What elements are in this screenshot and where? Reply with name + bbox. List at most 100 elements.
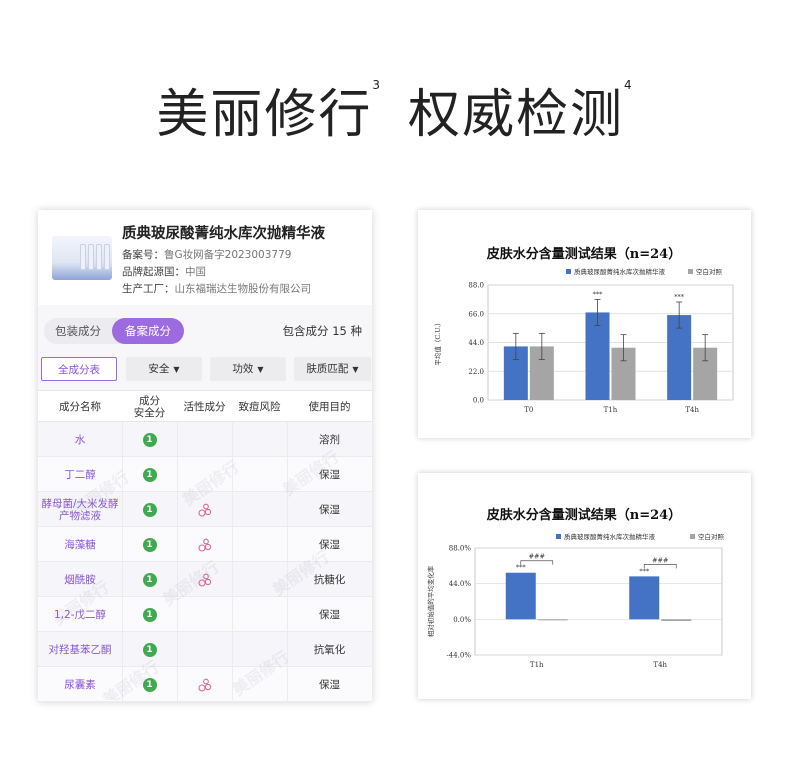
table-row[interactable]: 对羟基苯乙酮 1 抗氧化 [38,632,372,667]
active-cell [177,492,232,527]
safety-score: 1 [122,632,177,667]
legend-swatch-1 [556,534,561,539]
active-cell [177,632,232,667]
y-tick-label: 88.0 [468,282,484,290]
safety-badge: 1 [142,677,157,692]
purpose-cell: 保湿 [319,538,340,551]
safety-badge: 1 [142,607,157,622]
purpose-cell: 保湿 [319,678,340,691]
chevron-down-icon: ▼ [173,365,180,374]
safety-badge: 1 [142,537,157,552]
table-row[interactable]: 1,2-戊二醇 1 保湿 [38,597,372,632]
product-image [52,236,112,280]
active-cell [177,422,232,457]
active-cell [177,597,232,632]
y-tick-label: -44.0% [446,652,471,660]
acne-risk-cell [232,562,287,597]
filter-safety-dropdown[interactable]: 安全 ▼ [126,357,202,381]
ingredient-count: 包含成分 15 种 [282,324,362,338]
product-header: 质典玻尿酸菁纯水库次抛精华液 备案号：鲁G妆网备字2023003779 品牌起源… [38,210,372,305]
ingredient-name[interactable]: 尿囊素 [38,667,122,702]
ingredient-name[interactable]: 水 [38,422,122,457]
significance-label: *** [593,290,604,298]
safety-score: 1 [122,667,177,702]
significance-label: *** [516,564,527,572]
page-title: 美丽修行3 权威检测4 [0,72,790,147]
bar-control [661,619,692,621]
active-molecule-icon [197,503,211,517]
chart-1-svg: 皮肤水分含量测试结果（n=24） 质典玻尿酸菁纯水库次抛精华液 空白对照 88.0 66… [433,246,734,414]
filter-effect-dropdown[interactable]: 功效 ▼ [210,357,286,381]
y-tick-label: 0.0 [473,397,484,405]
legend-label-1: 质典玻尿酸菁纯水库次抛精华液 [574,267,666,276]
legend-swatch-2 [688,269,693,274]
table-row[interactable]: 酵母菌/大米发酵产物滤液 1 保湿 [38,492,372,527]
origin-country: 品牌起源国：中国 [122,266,206,278]
ingredient-name[interactable]: 烟酰胺 [38,562,122,597]
ingredient-name[interactable]: 1,2-戊二醇 [38,597,122,632]
acne-risk-cell [232,492,287,527]
chart-2-svg: 皮肤水分含量测试结果（n=24） 质典玻尿酸菁纯水库次抛精华液 空白对照 88.0% 4… [426,507,725,669]
filter-bar: 全成分表 安全 ▼ 功效 ▼ 肤质匹配 ▼ [41,357,371,383]
x-tick-label: T1h [604,406,618,414]
significance-label: *** [639,567,650,575]
table-row[interactable]: 海藻糖 1 保湿 [38,527,372,562]
active-molecule-icon [197,538,211,552]
y-axis-label: 相对初始值的平均变化率 [426,565,435,637]
ingredient-name[interactable]: 酵母菌/大米发酵产物滤液 [38,492,122,527]
acne-risk-cell [232,422,287,457]
safety-score: 1 [122,562,177,597]
x-tick-label: T4h [685,406,699,414]
table-body: 水 1 溶剂 丁二醇 1 保湿 酵母菌/大米发酵产物滤液 1 保湿 海藻糖 1 保湿 烟酰胺 1 抗糖化 1,… [38,422,372,702]
safety-score: 1 [122,492,177,527]
legend-label-2: 空白对照 [696,267,723,276]
header-safety: 成分 安全分 [133,395,166,419]
tab-package-ingredients[interactable]: 包装成分 [44,318,112,344]
active-cell [177,457,232,492]
significance-label: *** [674,293,685,301]
table-row[interactable]: 尿囊素 1 保湿 [38,667,372,702]
chevron-down-icon: ▼ [257,365,264,374]
legend-label-2: 空白对照 [698,532,725,541]
safety-badge: 1 [142,642,157,657]
table-row[interactable]: 丁二醇 1 保湿 [38,457,372,492]
acne-risk-cell [232,527,287,562]
legend-swatch-1 [566,269,571,274]
ingredient-name[interactable]: 海藻糖 [38,527,122,562]
title-footnote-2: 4 [624,78,634,92]
safety-badge: 1 [142,502,157,517]
table-header: 成分名称 成分 安全分 活性成分 致痘风险 使用目的 [38,390,372,422]
ingredient-name[interactable]: 对羟基苯乙酮 [38,632,122,667]
header-purpose: 使用目的 [308,401,351,413]
acne-risk-cell [232,597,287,632]
filter-skin-dropdown[interactable]: 肤质匹配 ▼ [294,357,371,381]
comparison-label: ### [652,556,668,564]
ingredient-name[interactable]: 丁二醇 [38,457,122,492]
ingredient-tabs: 包装成分 备案成分 [44,318,184,344]
chart-moisture-change-rate: 皮肤水分含量测试结果（n=24） 质典玻尿酸菁纯水库次抛精华液 空白对照 88.0% 4… [418,473,751,699]
purpose-cell: 保湿 [319,503,340,516]
legend-label-1: 质典玻尿酸菁纯水库次抛精华液 [564,532,656,541]
filter-all-button[interactable]: 全成分表 [41,357,117,381]
acne-risk-cell [232,667,287,702]
chart-moisture-average: 皮肤水分含量测试结果（n=24） 质典玻尿酸菁纯水库次抛精华液 空白对照 88.0 66… [418,210,751,438]
x-tick-label: T0 [524,406,533,414]
bar-product [505,572,536,620]
safety-badge: 1 [142,467,157,482]
title-footnote-1: 3 [372,78,382,92]
comparison-label: ### [529,553,545,561]
safety-badge: 1 [142,572,157,587]
acne-risk-cell [232,632,287,667]
active-cell [177,527,232,562]
x-tick-label: T1h [530,661,544,669]
active-molecule-icon [197,678,211,692]
x-tick-label: T4h [653,661,667,669]
bar-product [629,576,660,620]
chart-title: 皮肤水分含量测试结果（n=24） [486,507,681,523]
tab-record-ingredients[interactable]: 备案成分 [112,318,184,344]
purpose-cell: 保湿 [319,468,340,481]
legend-swatch-2 [690,534,695,539]
ingredient-table: 成分名称 成分 安全分 活性成分 致痘风险 使用目的 水 1 溶剂 丁二醇 1 保湿 酵母菌… [38,390,372,702]
table-row[interactable]: 水 1 溶剂 [38,422,372,457]
table-row[interactable]: 烟酰胺 1 抗糖化 [38,562,372,597]
